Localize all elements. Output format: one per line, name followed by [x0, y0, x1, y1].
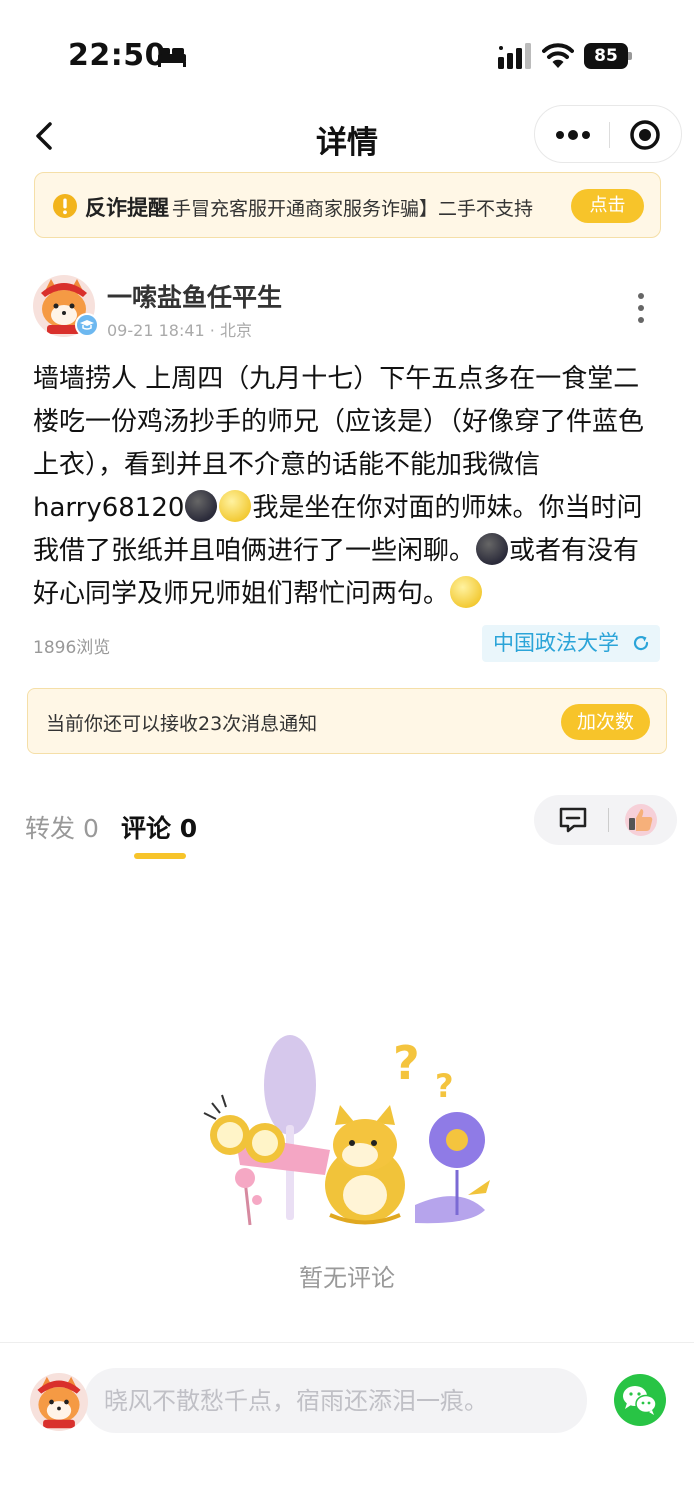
new-moon-face-emoji-icon: [185, 490, 218, 522]
comment-bar: [0, 1343, 694, 1508]
wechat-share-button[interactable]: [614, 1374, 666, 1426]
sun-face-emoji-icon: [219, 490, 252, 522]
add-count-button[interactable]: 加次数: [561, 704, 650, 740]
miniprogram-capsule: [534, 105, 682, 163]
status-bar: 22:50 85: [0, 0, 694, 110]
post-header: 一嗦盐鱼任平生 09-21 18:41 · 北京: [33, 275, 673, 345]
like-icon[interactable]: [625, 804, 657, 836]
wifi-icon: [542, 43, 574, 68]
notification-notice: 当前你还可以接收23次消息通知 加次数: [27, 688, 667, 754]
cellular-signal-icon: [498, 43, 531, 69]
tab-comment[interactable]: 评论 0: [121, 809, 197, 845]
svg-text:?: ?: [435, 1067, 454, 1105]
view-count: 1896浏览: [33, 638, 111, 658]
tab-actions: [534, 795, 677, 845]
new-moon-face-emoji-icon: [476, 533, 509, 565]
fox-avatar-icon: [30, 1373, 88, 1431]
username[interactable]: 一嗦盐鱼任平生: [107, 278, 282, 314]
close-miniprogram-icon[interactable]: [629, 119, 661, 151]
refresh-icon: [633, 635, 649, 651]
battery-indicator: 85: [584, 43, 632, 69]
more-vertical-icon[interactable]: [633, 291, 649, 325]
warning-icon: [53, 194, 77, 218]
comment-icon[interactable]: [558, 806, 588, 834]
capsule-divider: [609, 122, 610, 148]
alert-text: 手冒充客服开通商家服务诈骗】二手不支持: [172, 198, 534, 220]
school-tag[interactable]: 中国政法大学: [482, 625, 660, 662]
tab-actions-divider: [608, 808, 609, 832]
bed-icon: [158, 48, 186, 67]
svg-text:?: ?: [393, 1036, 420, 1090]
sun-face-emoji-icon: [450, 576, 483, 608]
empty-comments-illustration-icon: ? ?: [203, 1035, 490, 1226]
notice-text: 当前你还可以接收23次消息通知: [46, 713, 318, 735]
battery-tip: [628, 52, 632, 60]
empty-comments-text: 暂无评论: [299, 1264, 395, 1292]
status-time: 22:50: [68, 38, 166, 73]
alert-click-button[interactable]: 点击: [571, 189, 644, 223]
post-meta: 09-21 18:41 · 北京: [107, 321, 252, 340]
alert-title: 反诈提醒: [85, 196, 169, 220]
school-name: 中国政法大学: [493, 631, 619, 655]
wechat-icon: [623, 1386, 657, 1415]
active-tab-indicator: [134, 853, 186, 859]
comment-input[interactable]: [84, 1368, 587, 1433]
my-avatar: [30, 1373, 88, 1431]
battery-level: 85: [584, 43, 628, 69]
nav-bar: 详情: [0, 105, 694, 167]
more-horizontal-icon[interactable]: [553, 120, 593, 150]
post-content: 墙墙捞人 上周四（九月十七）下午五点多在一食堂二楼吃一份鸡汤抄手的师兄（应该是）…: [33, 358, 663, 616]
anti-fraud-alert: 反诈提醒 手冒充客服开通商家服务诈骗】二手不支持 点击: [34, 172, 661, 238]
student-badge-icon: [75, 313, 99, 337]
tab-repost[interactable]: 转发 0: [25, 809, 99, 845]
interaction-tabs: 转发 0 评论 0: [0, 795, 694, 865]
